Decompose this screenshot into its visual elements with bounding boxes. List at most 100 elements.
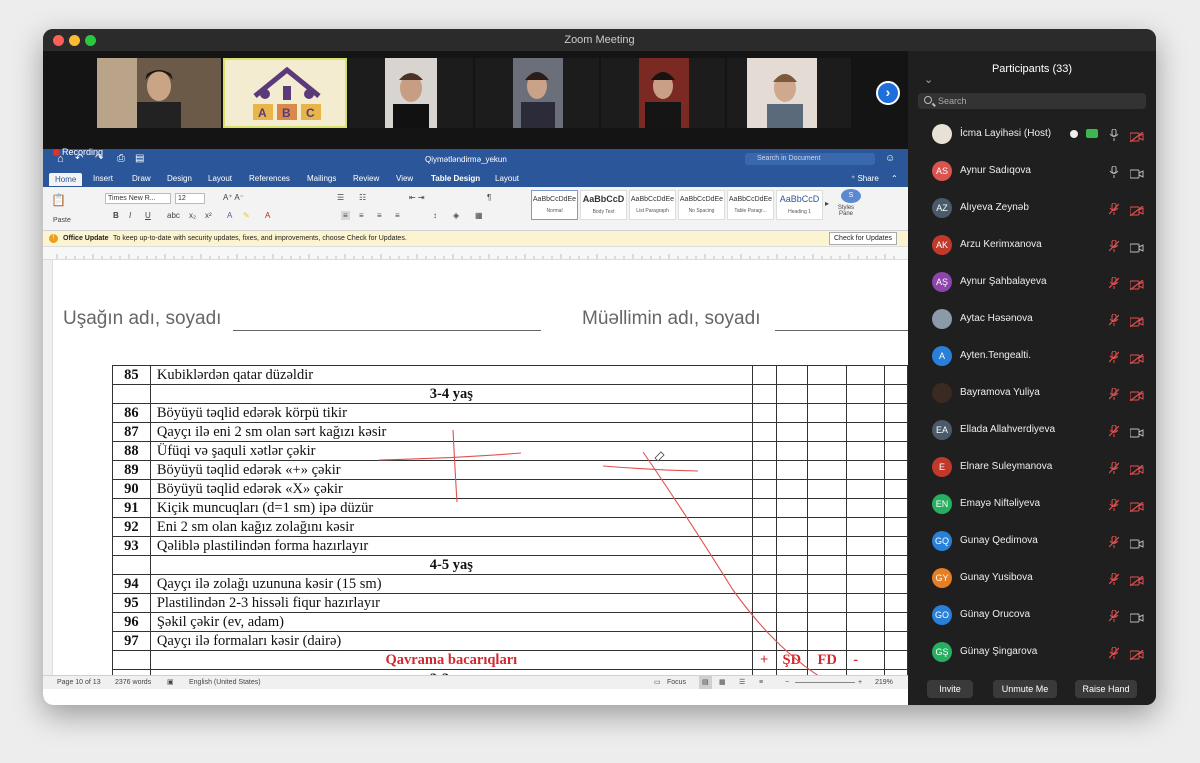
zoom-out-icon[interactable]: − xyxy=(785,676,789,689)
font-size-select[interactable]: 12 xyxy=(175,193,205,204)
mic-muted-icon[interactable] xyxy=(1108,313,1120,326)
outline-icon[interactable]: ☰ xyxy=(739,676,745,689)
tab-design[interactable]: Design xyxy=(167,174,192,183)
participant-row[interactable]: EN Emayə Niftəliyeva xyxy=(908,487,1156,524)
tab-home[interactable]: Home xyxy=(49,173,83,186)
indent-icon[interactable]: ⇤ ⇥ xyxy=(409,193,425,202)
mic-muted-icon[interactable] xyxy=(1108,498,1120,511)
tab-insert[interactable]: Insert xyxy=(93,174,113,183)
mic-muted-icon[interactable] xyxy=(1108,424,1120,437)
participant-row[interactable]: EA Ellada Allahverdiyeva xyxy=(908,413,1156,450)
mic-muted-icon[interactable] xyxy=(1108,202,1120,215)
mic-icon[interactable] xyxy=(1109,128,1119,141)
participant-row[interactable]: GO Günay Orucova xyxy=(908,598,1156,635)
video-tile-6[interactable] xyxy=(727,58,851,128)
participant-row[interactable]: İcma Layihəsi (Host) xyxy=(908,117,1156,154)
participant-row[interactable]: AŞ Aynur Şahbalayeva xyxy=(908,265,1156,302)
camera-icon[interactable] xyxy=(1129,240,1144,253)
camera-icon[interactable] xyxy=(1129,610,1144,623)
participant-row[interactable]: GQ Gunay Qedimova xyxy=(908,524,1156,561)
text-effects-icon[interactable]: A xyxy=(227,211,232,220)
camera-off-icon[interactable] xyxy=(1129,203,1144,217)
participant-row[interactable]: GY Gunay Yusibova xyxy=(908,561,1156,598)
camera-off-icon[interactable] xyxy=(1129,351,1144,365)
camera-icon[interactable] xyxy=(1129,425,1144,438)
mic-muted-icon[interactable] xyxy=(1108,572,1120,585)
justify-icon[interactable]: ≡ xyxy=(395,211,400,220)
superscript-button[interactable]: x² xyxy=(205,211,212,220)
close-window-button[interactable] xyxy=(53,35,64,46)
zoom-level[interactable]: 219% xyxy=(875,676,893,689)
camera-off-icon[interactable] xyxy=(1129,573,1144,587)
mic-muted-icon[interactable] xyxy=(1108,646,1120,659)
video-tile-abc-logo[interactable]: A B C xyxy=(223,58,347,128)
video-tile-1[interactable] xyxy=(97,58,221,128)
draft-icon[interactable]: ≡ xyxy=(759,676,763,689)
underline-button[interactable]: U xyxy=(145,211,151,220)
camera-off-icon[interactable] xyxy=(1129,499,1144,513)
participant-search-input[interactable]: Search xyxy=(918,93,1146,109)
mic-muted-icon[interactable] xyxy=(1108,461,1120,474)
strikethrough-button[interactable]: abc xyxy=(167,211,180,220)
focus-icon[interactable]: ▭ xyxy=(654,676,661,689)
horizontal-ruler[interactable] xyxy=(43,247,908,260)
print-layout-icon[interactable]: ▤ xyxy=(699,676,712,689)
camera-off-icon[interactable] xyxy=(1129,462,1144,476)
participant-row[interactable]: E Elnare Suleymanova xyxy=(908,450,1156,487)
camera-off-icon[interactable] xyxy=(1129,388,1144,402)
bullets-icon[interactable]: ☰ xyxy=(337,193,344,202)
check-for-updates-button[interactable]: Check for Updates xyxy=(829,232,897,245)
style-no-spacing[interactable]: AaBbCcDdEe No Spacing xyxy=(678,190,725,220)
paste-icon[interactable]: 📋 xyxy=(51,193,66,207)
feedback-icon[interactable]: ☺ xyxy=(885,153,895,164)
focus-label[interactable]: Focus xyxy=(667,676,686,689)
save-icon[interactable]: ▤ xyxy=(135,153,144,164)
print-icon[interactable]: ⎙ xyxy=(117,153,125,164)
participant-row[interactable]: AZ Alıyeva Zeynəb xyxy=(908,191,1156,228)
mic-muted-icon[interactable] xyxy=(1108,387,1120,400)
collapse-ribbon-icon[interactable]: ⌃ xyxy=(891,174,898,183)
mic-muted-icon[interactable] xyxy=(1108,609,1120,622)
style-body-text[interactable]: AaBbCcD Body Text xyxy=(580,190,627,220)
document-search-input[interactable]: Search in Document xyxy=(745,153,875,165)
share-button[interactable]: ⁺ Share xyxy=(851,174,879,183)
style-heading-1[interactable]: AaBbCcD Heading 1 xyxy=(776,190,823,220)
styles-pane-label[interactable]: Styles Pane xyxy=(833,205,859,217)
language[interactable]: English (United States) xyxy=(189,676,261,689)
vertical-ruler[interactable] xyxy=(43,260,53,675)
tab-table-design[interactable]: Table Design xyxy=(431,174,480,183)
bold-button[interactable]: B xyxy=(113,211,119,220)
tab-table-layout[interactable]: Layout xyxy=(495,174,519,183)
participant-row[interactable]: Aytac Həsənova xyxy=(908,302,1156,339)
mic-muted-icon[interactable] xyxy=(1108,350,1120,363)
mic-icon[interactable] xyxy=(1109,165,1119,178)
camera-off-icon[interactable] xyxy=(1129,277,1144,291)
document-page[interactable]: Uşağın adı, soyadı Müəllimin adı, soyadı… xyxy=(43,260,908,675)
pilcrow-icon[interactable]: ¶ xyxy=(487,193,491,202)
align-left-icon[interactable]: ≡ xyxy=(341,211,350,220)
participant-row[interactable]: GŞ Günay Şingarova xyxy=(908,635,1156,672)
style-list-paragraph[interactable]: AaBbCcDdEe List Paragraph xyxy=(629,190,676,220)
shading-icon[interactable]: ◈ xyxy=(453,211,459,220)
video-tile-4[interactable] xyxy=(475,58,599,128)
numbering-icon[interactable]: ☷ xyxy=(359,193,366,202)
participant-row[interactable]: Bayramova Yuliya xyxy=(908,376,1156,413)
participant-list[interactable]: İcma Layihəsi (Host) AS Aynur Sadıqova AZ Al… xyxy=(908,117,1156,673)
unmute-me-button[interactable]: Unmute Me xyxy=(993,680,1057,698)
tab-review[interactable]: Review xyxy=(353,174,379,183)
next-page-arrow-icon[interactable]: › xyxy=(876,81,900,105)
participant-row[interactable]: A Ayten.Tengealti. xyxy=(908,339,1156,376)
tab-mailings[interactable]: Mailings xyxy=(307,174,336,183)
camera-off-icon[interactable] xyxy=(1129,129,1144,143)
style-normal[interactable]: AaBbCcDdEe Normal xyxy=(531,190,578,220)
borders-icon[interactable]: ▦ xyxy=(475,211,483,220)
align-right-icon[interactable]: ≡ xyxy=(377,211,382,220)
mic-muted-icon[interactable] xyxy=(1108,276,1120,289)
zoom-in-icon[interactable]: + xyxy=(858,676,862,689)
align-center-icon[interactable]: ≡ xyxy=(359,211,364,220)
participant-row[interactable]: AS Aynur Sadıqova xyxy=(908,154,1156,191)
video-tile-3[interactable] xyxy=(349,58,473,128)
camera-off-icon[interactable] xyxy=(1129,314,1144,328)
tab-view[interactable]: View xyxy=(396,174,413,183)
tab-layout[interactable]: Layout xyxy=(208,174,232,183)
